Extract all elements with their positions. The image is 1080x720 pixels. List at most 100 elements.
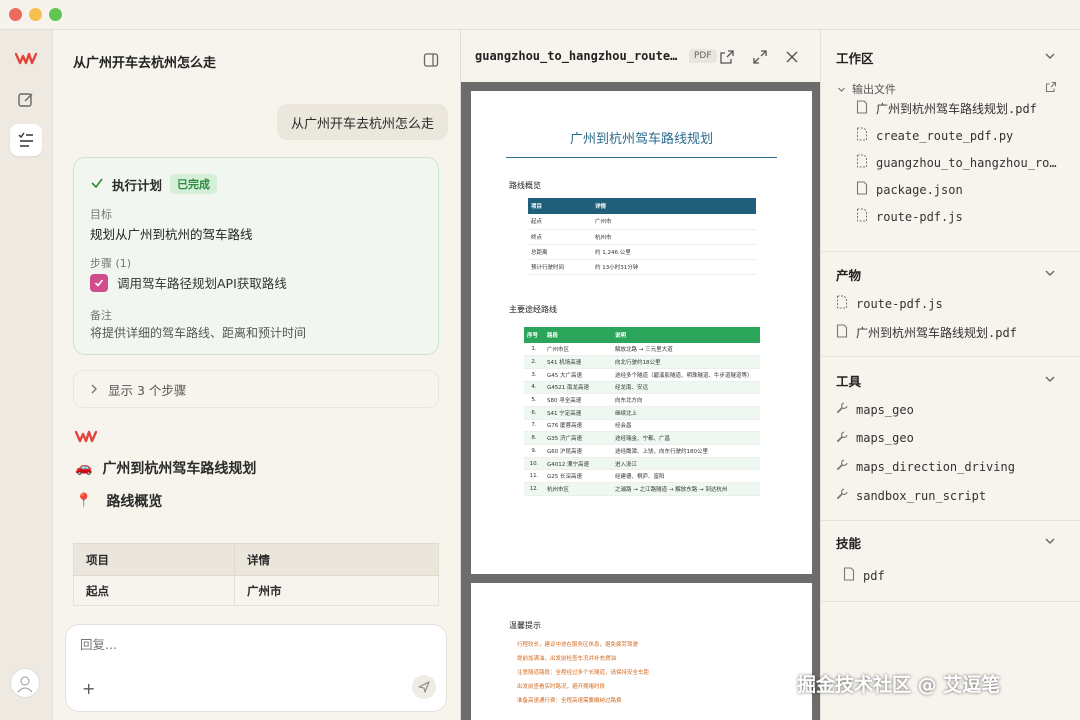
goal-text: 规划从广州到杭州的驾车路线 xyxy=(90,227,253,242)
table-row: 起点 广州市 xyxy=(528,214,756,230)
file-icon xyxy=(836,324,848,341)
sidebar-list-item[interactable]: maps_geo xyxy=(836,431,914,446)
pdf-page-1: 广州到杭州驾车路线规划 路线概览 项目 详情 起点 广州市 终点 杭州市 总距离约 1,2… xyxy=(471,91,812,574)
table-cell: 经龙南、安远 xyxy=(612,381,760,395)
execution-plan-card: 执行计划 已完成 目标 规划从广州到杭州的驾车路线 步骤 (1) 调用驾车路径规… xyxy=(73,157,439,355)
code-file-icon xyxy=(856,127,868,144)
sidebar-list-item[interactable]: route-pdf.js xyxy=(836,295,943,312)
expand-icon[interactable] xyxy=(752,49,768,65)
chevron-down-icon[interactable] xyxy=(1043,49,1057,63)
overview-table: 项目 详情 起点 广州市 xyxy=(73,543,439,606)
show-steps-toggle[interactable]: 显示 3 个步骤 xyxy=(73,370,439,408)
code-file-icon xyxy=(836,295,848,312)
sidebar-item-label: 广州到杭州驾车路线规划.pdf xyxy=(876,102,1037,116)
open-external-icon[interactable] xyxy=(719,49,735,65)
table-cell: 6. xyxy=(524,406,544,420)
send-button[interactable] xyxy=(412,675,436,699)
add-attachment-icon[interactable]: + xyxy=(82,679,95,698)
minimize-window-button[interactable] xyxy=(29,8,42,21)
table-cell: 途经鹰潭、上饶，向东行驶约180公里 xyxy=(612,444,760,458)
close-window-button[interactable] xyxy=(9,8,22,21)
reply-input[interactable] xyxy=(80,637,380,652)
table-cell: G4521 南龙高速 xyxy=(544,381,612,395)
table-row: 12. 杭州市区 之浦路 → 之江路隧道 → 解放东路 → 到达杭州 xyxy=(524,482,760,496)
table-row: 11. G25 长深高速 经建德、桐庐、富阳 xyxy=(524,469,760,484)
sidebar-list-item[interactable]: 广州到杭州驾车路线规划.pdf xyxy=(836,324,1017,341)
check-icon xyxy=(90,176,104,193)
file-icon xyxy=(856,100,868,117)
table-header: 项目 xyxy=(73,543,235,576)
workspace-title: 工作区 xyxy=(836,51,874,66)
doc-tip: 提前加满油，出发前检查车况并补充燃油 xyxy=(517,656,617,662)
preview-filename: guangzhou_to_hangzhou_route.pdf xyxy=(475,49,683,63)
sidebar-list-item[interactable]: package.json xyxy=(856,181,963,198)
step-checkbox[interactable] xyxy=(90,273,108,292)
table-cell: 11. xyxy=(524,469,544,484)
doc-route-heading: 主要途经路线 xyxy=(509,305,557,314)
doc-route-table: 序号 路段 说明 1. 广州市区 解放北路 → 三元里大道 2. S41 机场高速 向北行驶约… xyxy=(524,327,760,496)
new-chat-icon[interactable] xyxy=(10,84,42,116)
output-folder-label: 输出文件 xyxy=(852,83,896,96)
sidebar-list-item[interactable]: sandbox_run_script xyxy=(836,488,986,503)
open-external-icon[interactable] xyxy=(1045,81,1057,93)
doc-tip: 准备高速通行费：全程高速需要缴纳过路费 xyxy=(517,698,622,704)
artifacts-title: 产物 xyxy=(836,268,862,283)
preview-header: guangzhou_to_hangzhou_route.pdf PDF xyxy=(461,30,821,82)
table-cell: 约 1,246 公里 xyxy=(592,244,756,260)
table-row: 4. G4521 南龙高速 经龙南、安远 xyxy=(524,381,760,395)
window-titlebar xyxy=(0,0,1080,30)
goal-label: 目标 xyxy=(90,208,112,221)
close-icon[interactable] xyxy=(784,49,800,65)
sidebar-item-label: maps_geo xyxy=(856,402,914,417)
maximize-window-button[interactable] xyxy=(49,8,62,21)
route-heading: 🚗 广州到杭州驾车路线规划 xyxy=(75,460,257,477)
table-cell: 经建德、桐庐、富阳 xyxy=(612,469,760,484)
table-row: 起点 广州市 xyxy=(73,575,439,606)
show-steps-label: 显示 3 个步骤 xyxy=(108,382,187,398)
pdf-page-2: 温馨提示 行程较长，建议中途在服务区休息，避免疲劳驾驶 提前加满油，出发前检查车… xyxy=(471,583,812,720)
sidebar-item-label: 广州到杭州驾车路线规划.pdf xyxy=(856,326,1017,340)
doc-title-rule xyxy=(506,157,777,158)
sidebar-list-item[interactable]: create_route_pdf.py xyxy=(856,127,1013,144)
table-cell: 广州市区 xyxy=(544,343,612,357)
sidebar-item-label: route-pdf.js xyxy=(856,296,943,311)
table-row: 9. G60 沪昆高速 途经鹰潭、上饶，向东行驶约180公里 xyxy=(524,444,760,458)
sidebar-list-item[interactable]: maps_direction_driving xyxy=(836,459,1015,474)
doc-title: 广州到杭州驾车路线规划 xyxy=(569,132,713,147)
table-cell: 12. xyxy=(524,482,544,496)
user-avatar[interactable] xyxy=(10,668,40,698)
sidebar-item-label: route-pdf.js xyxy=(876,209,963,224)
doc-tips-heading: 温馨提示 xyxy=(509,621,541,630)
task-list-icon[interactable] xyxy=(10,124,42,156)
table-cell: S80 寻全高速 xyxy=(544,393,612,407)
table-header: 说明 xyxy=(612,327,760,343)
sidebar-item-label: maps_geo xyxy=(856,431,914,446)
sidebar-list-item[interactable]: maps_geo xyxy=(836,402,914,417)
assistant-logo-icon xyxy=(74,428,98,447)
plan-step: 调用驾车路径规划API获取路线 xyxy=(90,273,287,292)
table-header: 详情 xyxy=(234,543,439,576)
wrench-icon xyxy=(836,488,848,503)
chevron-down-icon[interactable] xyxy=(1043,534,1057,548)
toggle-panel-icon[interactable] xyxy=(423,52,439,68)
output-folder-toggle[interactable]: 输出文件 xyxy=(837,81,896,97)
table-cell: 向东北方向 xyxy=(612,393,760,407)
table-cell: 途经多个隧道（碧溪影隧道、明珠隧道、牛步道隧道等） xyxy=(612,368,760,382)
file-icon xyxy=(856,181,868,198)
sidebar-list-item[interactable]: 广州到杭州驾车路线规划.pdf xyxy=(856,100,1037,117)
sidebar-list-item[interactable]: guangzhou_to_hangzhou_route.json xyxy=(856,154,1062,171)
sidebar-list-item[interactable]: pdf xyxy=(843,567,885,584)
table-row: 6. S41 宁定高速 继续北上 xyxy=(524,406,760,420)
table-cell: 预计行驶时间 xyxy=(528,259,592,275)
user-message-bubble: 从广州开车去杭州怎么走 xyxy=(277,104,449,140)
table-cell: 约 13小时31分钟 xyxy=(592,259,756,275)
sidebar-item-label: pdf xyxy=(863,568,885,583)
app-logo-icon[interactable] xyxy=(10,42,42,74)
table-cell: S41 机场高速 xyxy=(544,355,612,369)
table-cell: 4. xyxy=(524,381,544,395)
table-cell: 之浦路 → 之江路隧道 → 解放东路 → 到达杭州 xyxy=(612,482,760,496)
overview-heading: 📍 路线概览 xyxy=(75,493,163,510)
chevron-down-icon[interactable] xyxy=(1043,266,1057,280)
sidebar-list-item[interactable]: route-pdf.js xyxy=(856,208,963,225)
chevron-down-icon[interactable] xyxy=(1043,372,1057,386)
